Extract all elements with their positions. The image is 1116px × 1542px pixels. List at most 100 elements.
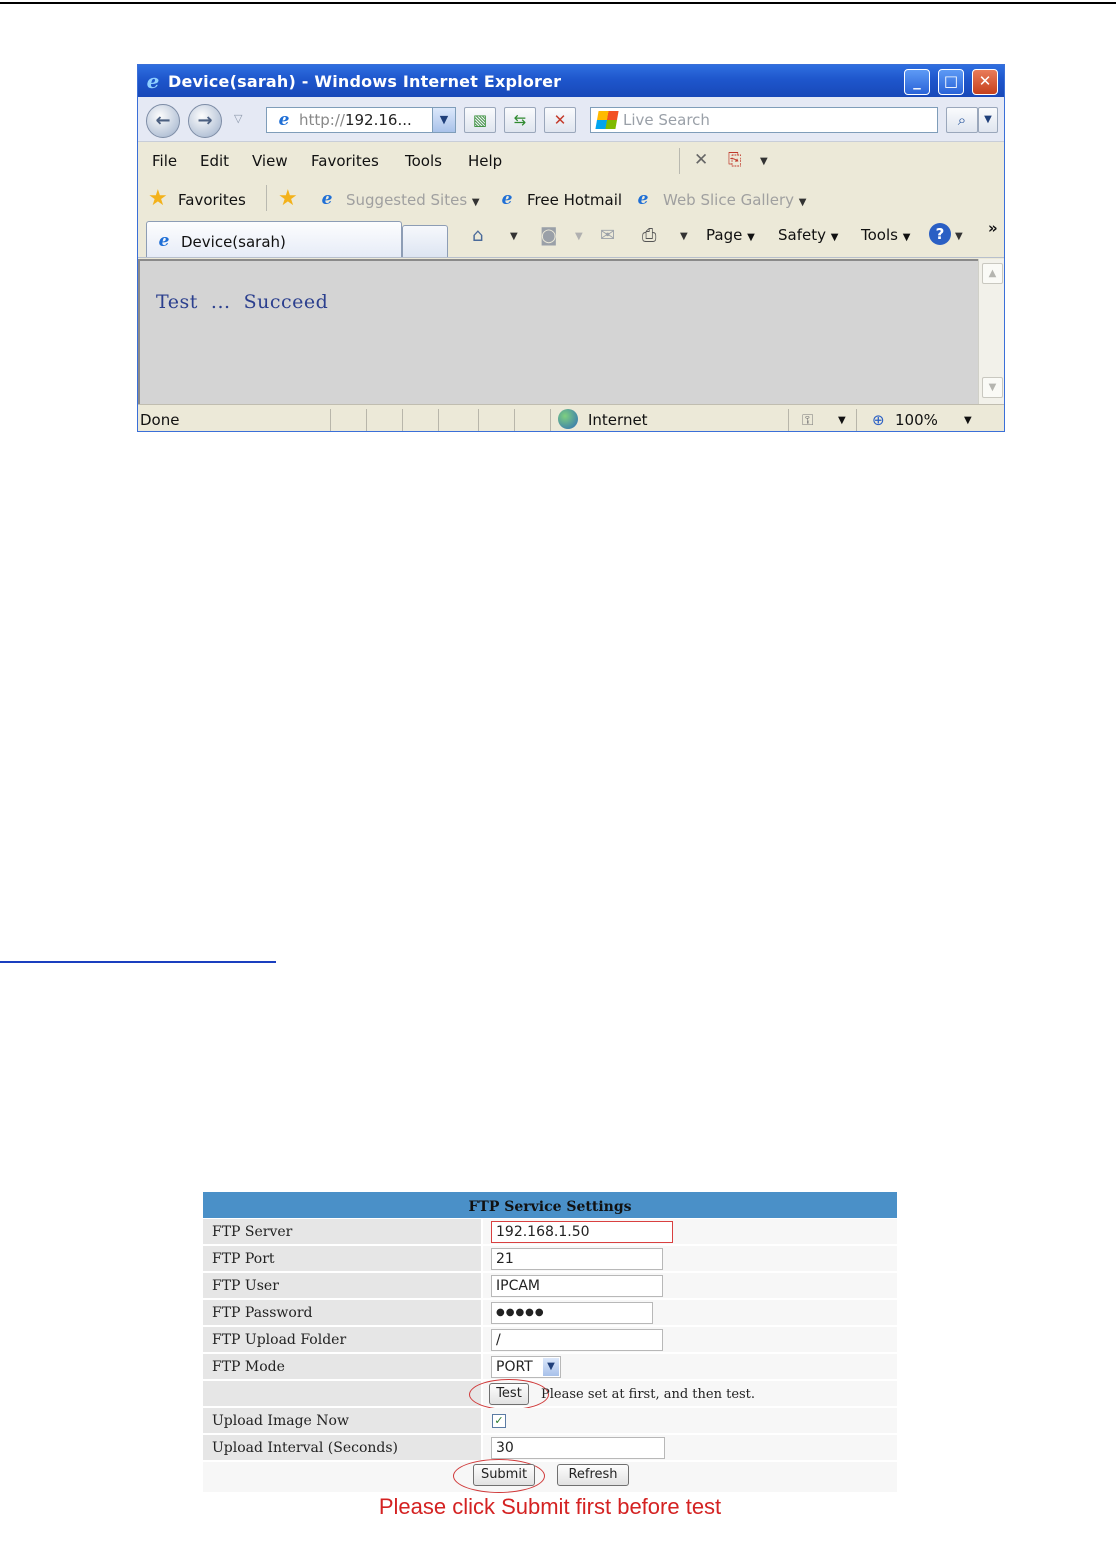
hyperlink-underline: [0, 961, 276, 963]
upload-image-now-row: Upload Image Now ✓: [203, 1408, 897, 1434]
favorites-star-icon: ★: [148, 186, 168, 211]
menu-file[interactable]: File: [152, 152, 177, 170]
feeds-dropdown-icon[interactable]: ▼: [575, 231, 583, 242]
search-placeholder: Live Search: [623, 111, 710, 129]
refresh-button[interactable]: Refresh: [557, 1464, 629, 1486]
compatibility-view-button[interactable]: ▧: [464, 107, 496, 133]
window-title: Device(sarah) - Windows Internet Explore…: [168, 72, 562, 91]
favorites-separator: [266, 185, 267, 211]
stop-icon[interactable]: ✕: [544, 107, 576, 133]
add-favorites-icon[interactable]: ★: [278, 188, 298, 210]
read-mail-icon[interactable]: ✉: [600, 225, 615, 246]
refresh-icon[interactable]: ⇆: [504, 107, 536, 133]
menu-view[interactable]: View: [252, 152, 288, 170]
print-dropdown-icon[interactable]: ▼: [680, 231, 688, 242]
ie-logo-icon: e: [146, 69, 160, 93]
status-separator: [366, 409, 367, 431]
title-bar: e Device(sarah) - Windows Internet Explo…: [138, 65, 1004, 97]
tab-device[interactable]: e Device(sarah): [146, 221, 402, 257]
help-dropdown-icon[interactable]: ▼: [955, 231, 963, 242]
menu-bar: File Edit View Favorites Tools Help ✕ ⎘ …: [138, 142, 1004, 179]
zoom-icon[interactable]: ⊕: [872, 411, 885, 429]
forward-button[interactable]: →: [188, 104, 222, 138]
suggested-sites-link[interactable]: Suggested Sites ▼: [346, 191, 480, 209]
free-hotmail-link[interactable]: Free Hotmail: [527, 191, 622, 209]
ftp-password-input[interactable]: ●●●●●: [491, 1302, 653, 1324]
page-top-rule: [0, 2, 1116, 4]
favorites-button[interactable]: Favorites: [178, 191, 246, 209]
ftp-server-label: FTP Server: [212, 1224, 293, 1240]
tab-page-icon: e: [158, 231, 170, 251]
scroll-down-icon[interactable]: ▼: [982, 377, 1003, 398]
ftp-password-label: FTP Password: [212, 1305, 313, 1321]
test-hint: Please set at first, and then test.: [541, 1387, 756, 1402]
ftp-mode-row: FTP Mode PORT ▼: [203, 1354, 897, 1380]
tab-label: Device(sarah): [181, 233, 286, 251]
search-icon[interactable]: ⌕: [946, 107, 978, 133]
security-zone-text: Internet: [588, 411, 648, 429]
ftp-mode-select[interactable]: PORT ▼: [491, 1356, 561, 1378]
search-input[interactable]: Live Search: [590, 107, 938, 133]
scroll-up-icon[interactable]: ▲: [982, 263, 1003, 284]
convert-pdf-icon[interactable]: ⎘: [728, 150, 742, 170]
safety-menu[interactable]: Safety ▼: [778, 226, 838, 244]
zoom-level[interactable]: 100%: [895, 411, 938, 429]
annotation-note: Please click Submit first before test: [378, 1494, 722, 1519]
ftp-server-row: FTP Server 192.168.1.50: [203, 1219, 897, 1245]
tools-menu[interactable]: Tools ▼: [861, 226, 910, 244]
test-button[interactable]: Test: [489, 1383, 529, 1405]
history-dropdown-icon[interactable]: ▽: [234, 112, 242, 125]
browser-window: e Device(sarah) - Windows Internet Explo…: [137, 64, 1005, 432]
menu-tools[interactable]: Tools: [405, 152, 442, 170]
upload-interval-input[interactable]: 30: [491, 1437, 665, 1459]
hotmail-icon: e: [501, 189, 513, 209]
status-bar: Done Internet ⚿ ▼ ⊕ 100% ▼: [138, 404, 1004, 431]
print-icon[interactable]: ⎙: [642, 225, 656, 246]
ftp-test-row: Test Please set at first, and then test.: [203, 1379, 897, 1410]
ftp-settings-title: FTP Service Settings: [468, 1199, 632, 1215]
home-dropdown-icon[interactable]: ▼: [510, 231, 518, 242]
ftp-port-input[interactable]: 21: [491, 1248, 663, 1270]
search-options-dropdown-icon[interactable]: ▼: [978, 107, 998, 133]
ftp-mode-dropdown-icon[interactable]: ▼: [543, 1358, 559, 1376]
back-button[interactable]: ←: [146, 104, 180, 138]
ftp-port-label: FTP Port: [212, 1251, 275, 1267]
ftp-actions-row: Submit Refresh: [203, 1459, 897, 1493]
protected-mode-icon[interactable]: ⚿: [802, 411, 813, 429]
maximize-button[interactable]: □: [938, 69, 964, 95]
more-commands-button[interactable]: »: [988, 219, 998, 237]
feeds-icon[interactable]: ◙: [540, 225, 557, 246]
status-separator: [402, 409, 403, 431]
home-icon[interactable]: ⌂: [472, 225, 483, 246]
web-slice-gallery-link[interactable]: Web Slice Gallery ▼: [663, 191, 806, 209]
upload-image-now-checkbox[interactable]: ✓: [492, 1414, 506, 1428]
address-bar[interactable]: e http://192.16... ▼: [266, 107, 456, 133]
help-icon[interactable]: ?: [929, 223, 951, 245]
menu-separator: [679, 148, 680, 174]
ftp-user-input[interactable]: IPCAM: [491, 1275, 663, 1297]
close-x-icon[interactable]: ✕: [694, 150, 708, 170]
new-tab-button[interactable]: [402, 225, 448, 257]
page-menu[interactable]: Page ▼: [706, 226, 755, 244]
menu-favorites[interactable]: Favorites: [311, 152, 379, 170]
protected-dropdown-icon[interactable]: ▼: [838, 415, 846, 426]
minimize-button[interactable]: _: [904, 69, 930, 95]
close-button[interactable]: ✕: [972, 69, 998, 95]
ftp-server-input[interactable]: 192.168.1.50: [491, 1221, 673, 1243]
address-dropdown-icon[interactable]: ▼: [432, 108, 455, 132]
menu-edit[interactable]: Edit: [200, 152, 229, 170]
ftp-upload-folder-input[interactable]: /: [491, 1329, 663, 1351]
page-content: Test ... Succeed: [138, 259, 978, 404]
menu-help[interactable]: Help: [468, 152, 502, 170]
internet-zone-icon: [558, 409, 578, 429]
ftp-user-row: FTP User IPCAM: [203, 1273, 897, 1299]
submit-button[interactable]: Submit: [473, 1464, 535, 1486]
vertical-scrollbar[interactable]: ▲ ▼: [978, 259, 1004, 404]
upload-interval-row: Upload Interval (Seconds) 30: [203, 1435, 897, 1461]
status-separator: [438, 409, 439, 431]
ftp-mode-value: PORT: [496, 1359, 533, 1375]
upload-interval-label: Upload Interval (Seconds): [212, 1440, 398, 1456]
pdf-dropdown-icon[interactable]: ▼: [760, 156, 768, 167]
status-separator: [514, 409, 515, 431]
zoom-dropdown-icon[interactable]: ▼: [964, 415, 972, 426]
